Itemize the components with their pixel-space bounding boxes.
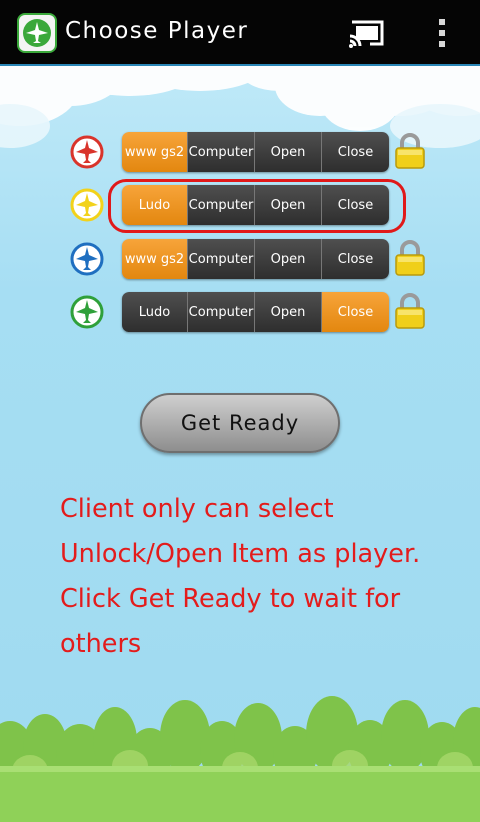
action-bar: Choose Player — [0, 0, 480, 66]
player-3-mode-selector: www gs2 Computer Open Close — [122, 239, 389, 279]
cast-icon[interactable] — [346, 16, 388, 50]
red-airplane-icon — [70, 135, 104, 169]
close-option[interactable]: Close — [322, 132, 389, 172]
player-4-mode-selector: Ludo Computer Open Close — [122, 292, 389, 332]
instruction-line: Click Get Ready to wait for — [60, 584, 401, 614]
player-row-4: Ludo Computer Open Close — [0, 292, 480, 332]
highlight-outline — [108, 179, 406, 233]
instruction-line: Client only can select — [60, 494, 334, 524]
player-name-option[interactable]: www gs2 — [122, 239, 188, 279]
player-1-mode-selector: www gs2 Computer Open Close — [122, 132, 389, 172]
blue-airplane-icon — [70, 242, 104, 276]
app-logo-airplane-icon — [17, 13, 57, 53]
lock-icon — [395, 293, 425, 329]
player-row-1: www gs2 Computer Open Close — [0, 132, 480, 172]
overflow-menu-icon[interactable] — [432, 16, 452, 50]
instruction-text: Client only can select Unlock/Open Item … — [60, 487, 460, 667]
open-option[interactable]: Open — [255, 239, 322, 279]
computer-option[interactable]: Computer — [188, 292, 255, 332]
green-airplane-icon — [70, 295, 104, 329]
yellow-airplane-icon — [70, 188, 104, 222]
instruction-line: Unlock/Open Item as player. — [60, 539, 421, 569]
instruction-line: others — [60, 629, 142, 659]
get-ready-button[interactable]: Get Ready — [140, 393, 340, 453]
player-name-option[interactable]: Ludo — [122, 292, 188, 332]
lock-icon — [395, 133, 425, 169]
open-option[interactable]: Open — [255, 292, 322, 332]
computer-option[interactable]: Computer — [188, 239, 255, 279]
lock-icon — [395, 240, 425, 276]
player-row-3: www gs2 Computer Open Close — [0, 239, 480, 279]
computer-option[interactable]: Computer — [188, 132, 255, 172]
page-title: Choose Player — [65, 18, 249, 44]
open-option[interactable]: Open — [255, 132, 322, 172]
player-name-option[interactable]: www gs2 — [122, 132, 188, 172]
close-option[interactable]: Close — [322, 292, 389, 332]
close-option[interactable]: Close — [322, 239, 389, 279]
